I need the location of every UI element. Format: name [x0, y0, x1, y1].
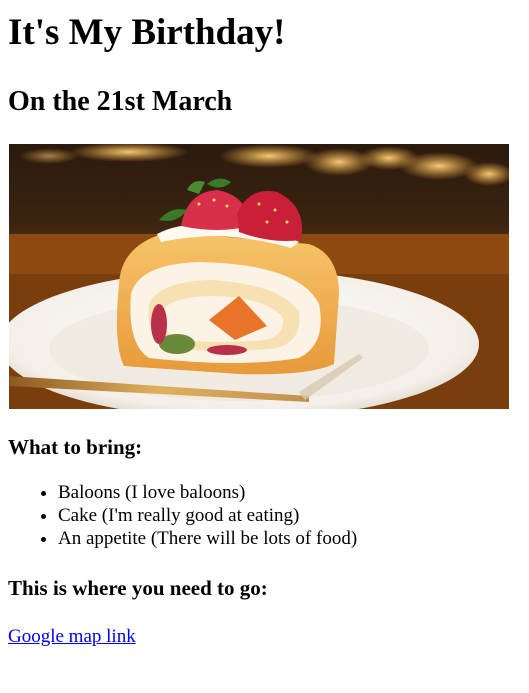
bring-heading: What to bring: — [8, 435, 143, 459]
list-item: An appetite (There will be lots of food) — [58, 527, 521, 550]
list-item: Baloons (I love baloons) — [58, 481, 521, 504]
list-item: Cake (I'm really good at eating) — [58, 504, 521, 527]
page-title: It's My Birthday! — [8, 12, 286, 53]
directions-heading: This is where you need to go: — [8, 576, 268, 600]
cake-image — [9, 144, 509, 409]
page: It's My Birthday! On the 21st March What… — [0, 12, 529, 648]
google-map-link[interactable]: Google map link — [8, 626, 136, 648]
bring-list: Baloons (I love baloons) Cake (I'm reall… — [8, 481, 521, 550]
page-subtitle: On the 21st March — [8, 86, 233, 117]
